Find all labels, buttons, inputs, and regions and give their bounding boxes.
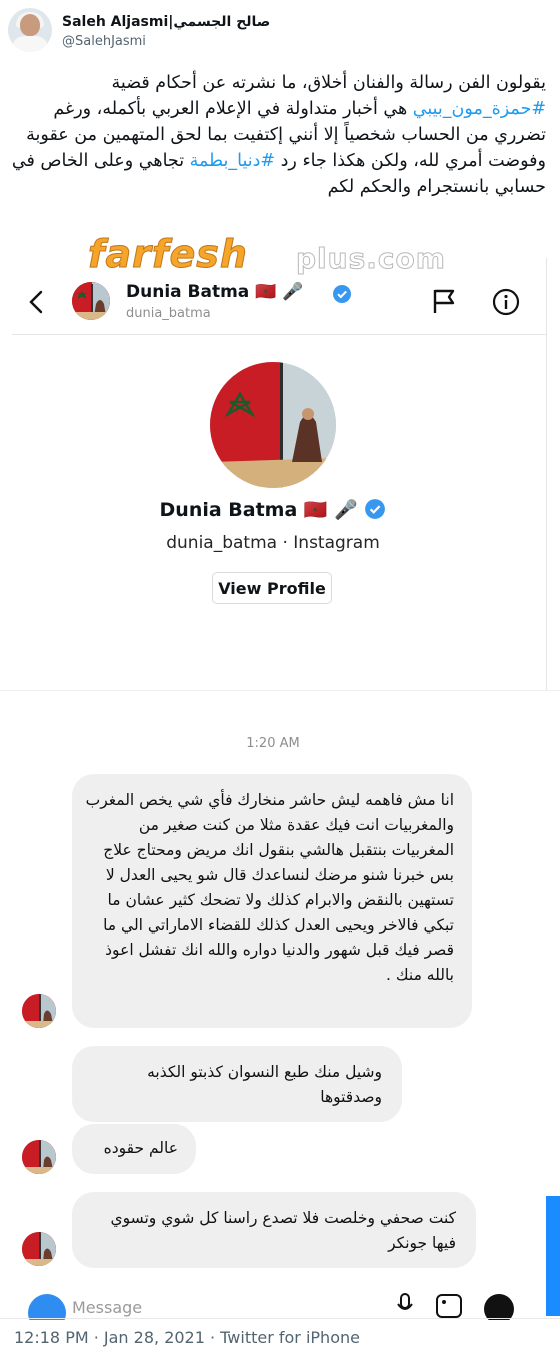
profile-subtitle: dunia_batma · Instagram	[166, 533, 380, 553]
message-input-bar[interactable]: Message	[14, 1290, 534, 1320]
message-bubble[interactable]: عالم حقوده	[72, 1124, 196, 1174]
author-handle[interactable]: @SalehJasmi	[62, 34, 146, 49]
author-name[interactable]: Saleh Aljasmi|صالح الجسمي	[62, 14, 270, 30]
verified-badge-icon	[365, 499, 386, 519]
profile-name: Dunia Batma 🇲🇦 🎤	[0, 498, 546, 521]
ig-header-avatar[interactable]	[72, 282, 110, 320]
hashtag-link[interactable]: #حمزة_مون_بيبي	[413, 99, 546, 119]
view-profile-button[interactable]: View Profile	[212, 572, 332, 604]
watermark-logo: farfesh plus.com	[88, 232, 488, 277]
watermark-part2: plus.com	[296, 242, 446, 276]
info-icon[interactable]	[492, 288, 520, 316]
tweet-text-part: يقولون الفن رسالة والفنان أخلاق، ما نشرت…	[111, 73, 546, 93]
message-bubble[interactable]: انا مش فاهمه ليش حاشر منخارك فأي شي يخص …	[72, 774, 472, 1028]
tweet-text: يقولون الفن رسالة والفنان أخلاق، ما نشرت…	[10, 70, 546, 200]
author-avatar[interactable]	[8, 8, 52, 52]
profile-name-text: Dunia Batma 🇲🇦 🎤	[159, 499, 358, 521]
report-flag-icon[interactable]	[432, 288, 456, 314]
header-divider	[12, 334, 546, 335]
ig-profile-avatar[interactable]	[210, 362, 336, 488]
sticker-icon[interactable]	[484, 1294, 514, 1320]
back-chevron-icon[interactable]	[26, 290, 46, 314]
gallery-icon[interactable]	[434, 1292, 464, 1318]
scrollbar-thumb[interactable]	[546, 1196, 560, 1316]
footer-divider	[0, 1318, 560, 1319]
sender-avatar[interactable]	[22, 1140, 56, 1174]
tweet-timestamp[interactable]: 12:18 PM · Jan 28, 2021 · Twitter for iP…	[14, 1328, 360, 1347]
microphone-icon[interactable]	[396, 1292, 414, 1318]
hashtag-link[interactable]: #دنيا_بطمة	[190, 151, 275, 171]
verified-badge-icon	[333, 285, 351, 303]
chat-timestamp: 1:20 AM	[246, 736, 300, 751]
message-bubble[interactable]: كنت صحفي وخلصت فلا تصدع راسنا كل شوي وتس…	[72, 1192, 476, 1268]
ig-header-username: dunia_batma	[126, 306, 211, 321]
message-input[interactable]: Message	[72, 1298, 142, 1317]
camera-icon[interactable]	[28, 1294, 66, 1320]
sender-avatar[interactable]	[22, 994, 56, 1028]
watermark-part1: farfesh	[88, 232, 248, 277]
message-bubble[interactable]: وشيل منك طبع النسوان كذبتو الكذبه وصدقتو…	[72, 1046, 402, 1122]
section-divider	[0, 690, 560, 691]
sender-avatar[interactable]	[22, 1232, 56, 1266]
ig-header-name[interactable]: Dunia Batma 🇲🇦 🎤	[126, 282, 303, 302]
